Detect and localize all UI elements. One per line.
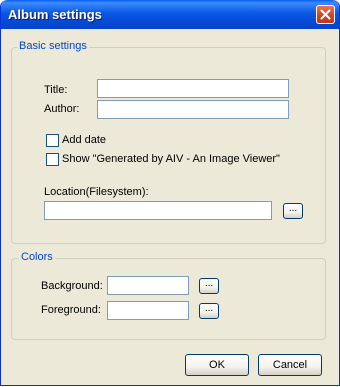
add-date-label[interactable]: Add date xyxy=(62,134,106,146)
location-label: Location(Filesystem): xyxy=(44,186,149,198)
cancel-button[interactable]: Cancel xyxy=(258,354,322,376)
colors-group xyxy=(11,258,326,340)
title-bar[interactable]: Album settings xyxy=(1,0,339,29)
foreground-browse-button[interactable]: ... xyxy=(199,303,219,319)
ok-button[interactable]: OK xyxy=(185,354,249,376)
background-browse-button[interactable]: ... xyxy=(199,278,219,294)
background-color-field[interactable] xyxy=(107,276,189,295)
foreground-label: Foreground: xyxy=(41,304,101,316)
window-title: Album settings xyxy=(8,7,102,22)
background-label: Background: xyxy=(41,280,103,292)
title-field[interactable] xyxy=(97,79,289,98)
colors-legend: Colors xyxy=(19,251,55,263)
show-generated-checkbox[interactable] xyxy=(46,153,59,166)
location-browse-button[interactable]: ... xyxy=(283,203,303,219)
show-generated-label[interactable]: Show "Generated by AIV - An Image Viewer… xyxy=(62,153,280,165)
add-date-checkbox[interactable] xyxy=(46,134,59,147)
close-icon xyxy=(320,9,331,20)
album-settings-dialog: Album settings Basic settings Title: Aut… xyxy=(0,0,340,386)
basic-settings-legend: Basic settings xyxy=(17,40,89,52)
author-field[interactable] xyxy=(97,100,289,119)
close-button[interactable] xyxy=(316,5,335,24)
title-label: Title: xyxy=(44,84,68,96)
location-field[interactable] xyxy=(44,201,272,220)
author-label: Author: xyxy=(44,103,80,115)
foreground-color-field[interactable] xyxy=(107,301,189,320)
